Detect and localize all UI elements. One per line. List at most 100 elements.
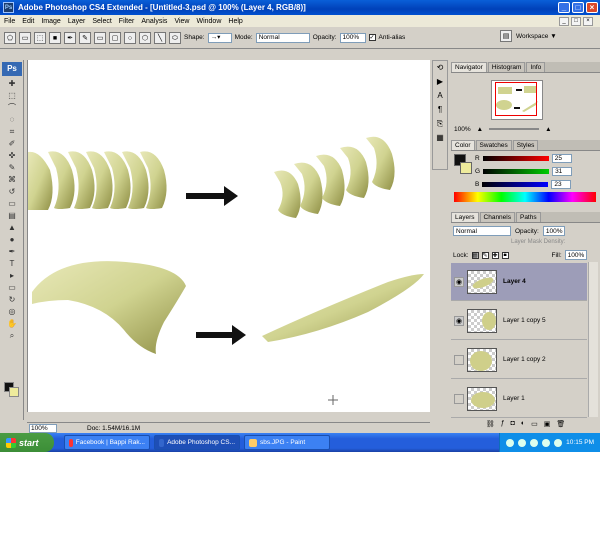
dodge-icon[interactable]: ●: [5, 234, 19, 245]
move-icon[interactable]: ✚: [5, 78, 19, 89]
fx-icon[interactable]: ƒ: [501, 420, 505, 430]
new-layer-icon[interactable]: ▣: [544, 420, 551, 430]
line-icon[interactable]: ╲: [154, 31, 166, 44]
lasso-icon[interactable]: ⌒: [5, 102, 19, 113]
ellipse-icon[interactable]: ○: [124, 31, 136, 44]
tab-navigator[interactable]: Navigator: [451, 62, 487, 72]
mode-select[interactable]: Normal: [255, 32, 310, 43]
tab-paths[interactable]: Paths: [515, 212, 541, 222]
menu-view[interactable]: View: [174, 18, 189, 25]
layer-row-layer-1[interactable]: Layer 1: [451, 380, 587, 418]
red-value[interactable]: 25: [551, 153, 572, 163]
color-spectrum[interactable]: [454, 192, 596, 202]
opacity-field[interactable]: 100%: [339, 32, 366, 43]
tray-icon[interactable]: [530, 438, 539, 447]
lock-transparency-icon[interactable]: ▦: [471, 251, 479, 259]
menu-image[interactable]: Image: [41, 18, 60, 25]
freeform-pen-icon[interactable]: ✎: [79, 31, 91, 44]
custom-shape-icon[interactable]: ⬭: [169, 31, 181, 44]
green-value[interactable]: 31: [552, 166, 573, 176]
add-mask-icon[interactable]: ◘: [511, 420, 515, 430]
layer-row-layer-1-copy-5[interactable]: ◉ Layer 1 copy 5: [451, 302, 587, 340]
maximize-icon[interactable]: □: [572, 2, 584, 13]
green-slider[interactable]: [483, 168, 550, 174]
task-paint[interactable]: sbs.JPG - Paint: [244, 435, 330, 450]
blur-icon[interactable]: ▲: [5, 222, 19, 233]
rounded-rect-icon[interactable]: ▢: [109, 31, 121, 44]
task-photoshop[interactable]: Adobe Photoshop CS...: [154, 435, 240, 450]
quick-select-icon[interactable]: ◌: [5, 114, 19, 125]
menu-file[interactable]: File: [4, 18, 15, 25]
group-icon[interactable]: ▭: [531, 420, 538, 430]
shape-icon[interactable]: ▭: [5, 282, 19, 293]
3d-orbit-icon[interactable]: ◎: [5, 306, 19, 317]
tab-layers[interactable]: Layers: [451, 212, 479, 222]
doc-minimize-icon[interactable]: _: [559, 16, 569, 26]
tab-histogram[interactable]: Histogram: [487, 62, 526, 72]
doc-close-icon[interactable]: ×: [583, 16, 593, 26]
history-icon[interactable]: ⟲: [434, 63, 446, 75]
trash-icon[interactable]: 🗑︎: [556, 420, 565, 430]
workspace-icon[interactable]: ▤: [500, 30, 512, 42]
tab-color[interactable]: Color: [451, 140, 475, 150]
tab-swatches[interactable]: Swatches: [475, 140, 512, 150]
lock-all-icon[interactable]: 🔒︎: [501, 251, 509, 259]
task-facebook[interactable]: Facebook | Bappi Rak...: [64, 435, 150, 450]
tab-info[interactable]: Info: [526, 62, 546, 72]
tool-preset-icon[interactable]: ⬠: [4, 31, 16, 44]
start-button[interactable]: start: [0, 433, 54, 452]
minimize-icon[interactable]: _: [558, 2, 570, 13]
workspace-button[interactable]: Workspace ▼: [516, 33, 557, 40]
blue-value[interactable]: 23: [551, 179, 572, 189]
pen-tool-icon[interactable]: ✒: [64, 31, 76, 44]
brushes-icon[interactable]: ▦: [434, 133, 446, 145]
blue-slider[interactable]: [482, 181, 549, 187]
paths-icon[interactable]: ⬚: [34, 31, 46, 44]
tray-icon[interactable]: [518, 438, 527, 447]
eye-off-icon[interactable]: [454, 354, 464, 365]
adjustment-icon[interactable]: ◐: [521, 420, 525, 430]
navigator-zoom[interactable]: 100%: [454, 126, 471, 133]
zoom-slider[interactable]: [489, 128, 540, 130]
fill-pixels-icon[interactable]: ■: [49, 31, 61, 44]
link-layers-icon[interactable]: ⛓: [486, 420, 495, 430]
eye-off-icon[interactable]: [454, 393, 464, 404]
menu-window[interactable]: Window: [196, 18, 221, 25]
brush-icon[interactable]: ✎: [5, 162, 19, 173]
zoom-in-icon[interactable]: ▲: [545, 126, 551, 133]
history-brush-icon[interactable]: ↺: [5, 186, 19, 197]
layers-scrollbar[interactable]: [588, 262, 598, 417]
background-color-swatch[interactable]: [9, 387, 19, 397]
shape-picker[interactable]: →▾: [207, 32, 232, 43]
red-slider[interactable]: [482, 155, 549, 161]
close-icon[interactable]: ×: [586, 2, 598, 13]
zoom-out-icon[interactable]: ▲: [477, 126, 483, 133]
lock-image-icon[interactable]: ✎: [481, 251, 489, 259]
menu-edit[interactable]: Edit: [22, 18, 34, 25]
actions-icon[interactable]: ▶: [434, 77, 446, 89]
eye-icon[interactable]: ◉: [454, 276, 464, 287]
layer-row-layer-1-copy-2[interactable]: Layer 1 copy 2: [451, 341, 587, 379]
lock-position-icon[interactable]: ✚: [491, 251, 499, 259]
antialias-checkbox[interactable]: ✓: [368, 34, 376, 41]
eye-icon[interactable]: ◉: [454, 315, 464, 326]
zoom-icon[interactable]: ⌕: [5, 330, 19, 341]
zoom-field[interactable]: 100%: [29, 423, 57, 433]
tray-icon[interactable]: [506, 438, 515, 447]
character-icon[interactable]: A: [434, 91, 446, 103]
eraser-icon[interactable]: ▭: [5, 198, 19, 209]
polygon-icon[interactable]: ⬡: [139, 31, 151, 44]
eyedropper-icon[interactable]: ✐: [5, 138, 19, 149]
clone-source-icon[interactable]: ⎘: [434, 119, 446, 131]
rectangle-icon[interactable]: ▭: [94, 31, 106, 44]
hand-icon[interactable]: ✋: [5, 318, 19, 329]
pen-icon[interactable]: ✒: [5, 246, 19, 257]
shape-layers-icon[interactable]: ▭: [19, 31, 31, 44]
gradient-icon[interactable]: ▤: [5, 210, 19, 221]
document-canvas[interactable]: [27, 60, 430, 412]
fill-field[interactable]: 100%: [564, 250, 587, 260]
menu-filter[interactable]: Filter: [119, 18, 135, 25]
3d-rotate-icon[interactable]: ↻: [5, 294, 19, 305]
type-icon[interactable]: T: [5, 258, 19, 269]
path-select-icon[interactable]: ▸: [5, 270, 19, 281]
